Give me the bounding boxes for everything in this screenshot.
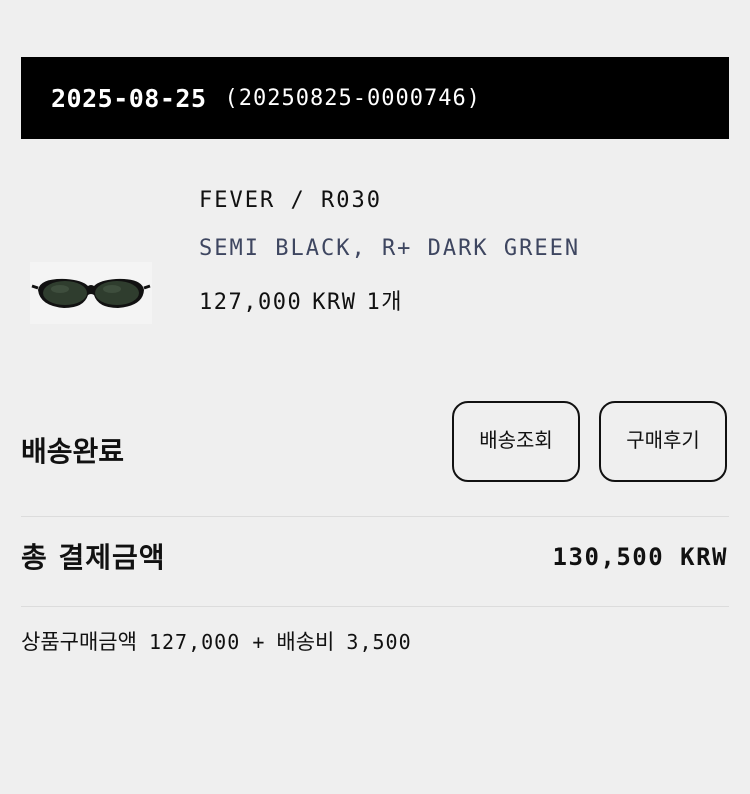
- product-amount: 127,000: [148, 630, 241, 654]
- product-image[interactable]: [30, 262, 152, 324]
- sunglasses-icon: [30, 262, 152, 324]
- product-amount-label: 상품구매금액: [21, 630, 137, 654]
- delivery-status: 배송완료: [21, 435, 125, 468]
- product-price: 127,000: [199, 290, 303, 315]
- payment-breakdown: 상품구매금액 127,000 + 배송비 3,500: [21, 626, 412, 656]
- total-payment-amount: 130,500 KRW: [552, 543, 728, 571]
- product-name[interactable]: FEVER / R030: [199, 188, 382, 213]
- product-option: SEMI BLACK, R+ DARK GREEN: [199, 236, 581, 261]
- plus-sign: +: [252, 630, 265, 654]
- product-currency: KRW: [312, 290, 357, 315]
- order-date: 2025-08-25: [51, 83, 207, 113]
- divider: [21, 606, 729, 607]
- shipping-fee-label: 배송비: [276, 630, 335, 654]
- total-payment-label: 총 결제금액: [21, 541, 166, 574]
- order-number: (20250825-0000746): [224, 85, 481, 111]
- divider: [21, 516, 729, 517]
- write-review-button[interactable]: 구매후기: [599, 401, 727, 482]
- order-header: 2025-08-25 (20250825-0000746): [21, 57, 729, 139]
- product-price-line: 127,000 KRW 1개: [199, 284, 403, 316]
- track-delivery-button[interactable]: 배송조회: [452, 401, 580, 482]
- product-quantity: 1개: [366, 290, 403, 315]
- shipping-fee-amount: 3,500: [346, 630, 412, 654]
